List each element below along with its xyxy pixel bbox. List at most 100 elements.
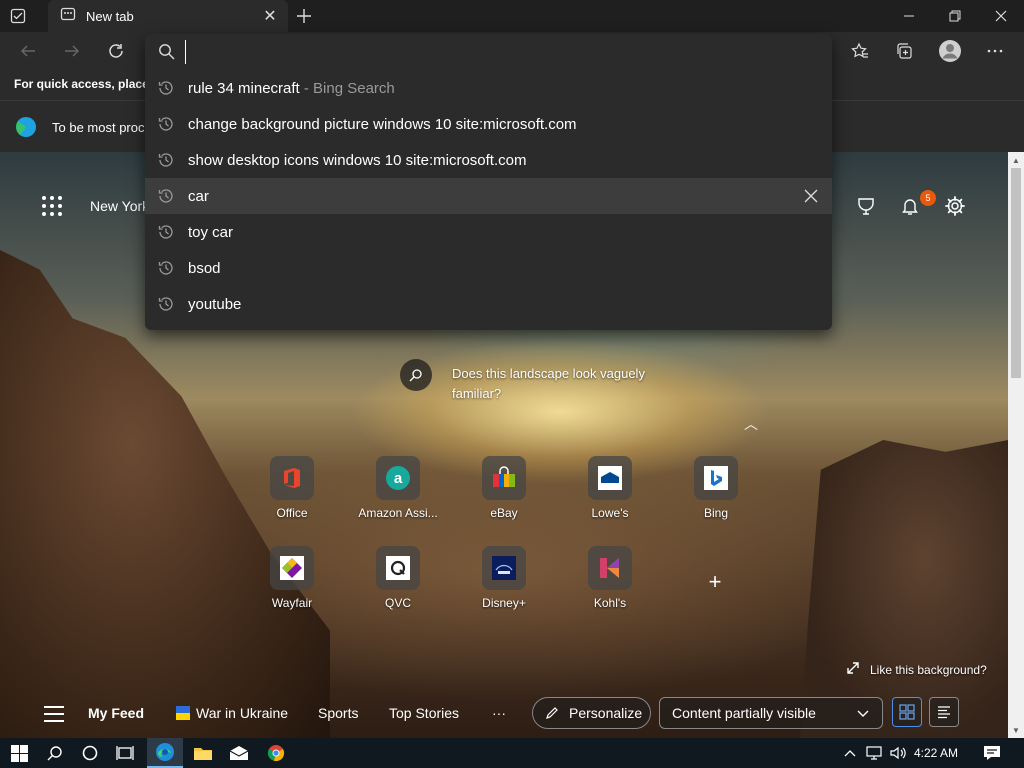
- cortana-icon[interactable]: [78, 741, 102, 765]
- add-site-button[interactable]: +: [703, 569, 727, 594]
- weather-location[interactable]: New York: [90, 198, 149, 214]
- tray-chevron-up-icon[interactable]: [838, 741, 862, 765]
- quick-link-label: Amazon Assi...: [358, 506, 438, 520]
- edge-logo-icon: [16, 117, 36, 137]
- collapse-chevron-icon[interactable]: ︿: [743, 416, 759, 432]
- ebay-icon: [482, 456, 526, 500]
- profile-avatar[interactable]: [936, 37, 964, 65]
- grid-view-icon: [899, 704, 915, 720]
- feed-tab-my-feed[interactable]: My Feed: [88, 705, 144, 721]
- quick-link-ebay[interactable]: eBay: [454, 456, 554, 536]
- lowes-icon: [588, 456, 632, 500]
- qvc-icon: [376, 546, 420, 590]
- quick-link-wayfair[interactable]: Wayfair: [242, 546, 342, 626]
- task-view-icon[interactable]: [113, 741, 137, 765]
- restore-button[interactable]: [932, 0, 978, 32]
- collections-button[interactable]: [890, 37, 918, 65]
- history-icon: [157, 295, 175, 313]
- chrome-icon[interactable]: [264, 741, 288, 765]
- suggestion-text: car: [188, 187, 209, 205]
- address-input[interactable]: [185, 40, 805, 64]
- history-icon: [157, 79, 175, 97]
- suggestion-item[interactable]: youtube: [145, 286, 832, 322]
- landscape-prompt-link[interactable]: Does this landscape look vaguely familia…: [452, 364, 682, 404]
- address-bar[interactable]: [145, 34, 832, 70]
- history-icon: [157, 151, 175, 169]
- list-view-button[interactable]: [929, 697, 959, 727]
- mail-icon[interactable]: [227, 741, 251, 765]
- file-explorer-icon[interactable]: [191, 741, 215, 765]
- windows-start-icon[interactable]: [7, 741, 31, 765]
- feed-more-button[interactable]: ···: [492, 705, 506, 721]
- settings-gear-icon[interactable]: [943, 194, 967, 218]
- taskbar-search-icon[interactable]: [43, 741, 67, 765]
- feed-tab-top-stories[interactable]: Top Stories: [389, 705, 459, 721]
- tab-actions-icon[interactable]: [8, 6, 28, 26]
- refresh-button[interactable]: [102, 37, 130, 65]
- suggestion-item[interactable]: change background picture windows 10 sit…: [145, 106, 832, 142]
- ukraine-flag-icon: [176, 706, 190, 720]
- kohls-icon: [588, 546, 632, 590]
- remove-suggestion-icon[interactable]: [802, 187, 820, 205]
- suggestion-item[interactable]: toy car: [145, 214, 832, 250]
- suggestion-text: bsod: [188, 259, 221, 277]
- quick-link-lowes[interactable]: Lowe's: [560, 456, 660, 536]
- forward-button[interactable]: [58, 37, 86, 65]
- image-search-button[interactable]: [400, 359, 432, 391]
- quick-link-amazon-assistant[interactable]: a Amazon Assi...: [348, 456, 448, 536]
- app-launcher-icon[interactable]: [42, 196, 62, 216]
- svg-text:a: a: [394, 470, 403, 487]
- volume-icon[interactable]: [886, 741, 910, 765]
- quick-link-label: Lowe's: [591, 506, 629, 520]
- minimize-button[interactable]: [886, 0, 932, 32]
- grid-view-button[interactable]: [892, 697, 922, 727]
- tab-new-tab[interactable]: New tab ✕: [48, 0, 288, 32]
- feed-tab-sports[interactable]: Sports: [318, 705, 358, 721]
- pencil-icon: [545, 706, 559, 720]
- scroll-up-arrow-icon[interactable]: ▲: [1008, 152, 1024, 168]
- suggestion-item[interactable]: rule 34 minecraft - Bing Search: [145, 70, 832, 106]
- network-icon[interactable]: [862, 741, 886, 765]
- taskbar-clock[interactable]: 4:22 AM: [914, 746, 958, 760]
- suggestion-item[interactable]: show desktop icons windows 10 site:micro…: [145, 142, 832, 178]
- quick-link-label: Wayfair: [271, 596, 313, 610]
- back-button[interactable]: [14, 37, 42, 65]
- content-visibility-dropdown[interactable]: Content partially visible: [659, 697, 883, 729]
- rewards-icon[interactable]: [854, 194, 878, 218]
- action-center-icon[interactable]: [980, 741, 1004, 765]
- like-background-link[interactable]: Like this background?: [846, 661, 987, 678]
- more-menu-button[interactable]: [981, 37, 1009, 65]
- disney-icon: [482, 546, 526, 590]
- suggestion-item[interactable]: bsod: [145, 250, 832, 286]
- taskbar-edge-icon[interactable]: [147, 738, 183, 768]
- quick-link-disney-plus[interactable]: Disney+: [454, 546, 554, 626]
- close-tab-icon[interactable]: ✕: [260, 6, 280, 26]
- list-view-icon: [936, 704, 952, 720]
- windows-taskbar: 4:22 AM: [0, 738, 1024, 768]
- quick-link-kohls[interactable]: Kohl's: [560, 546, 660, 626]
- quick-link-bing[interactable]: Bing: [666, 456, 766, 536]
- notification-count-badge: 5: [920, 190, 936, 206]
- suggestion-item-highlighted[interactable]: car: [145, 178, 832, 214]
- new-tab-button[interactable]: [292, 4, 316, 28]
- suggestion-text: toy car: [188, 223, 234, 241]
- history-icon: [157, 115, 175, 133]
- wayfair-icon: [270, 546, 314, 590]
- office-icon: [270, 456, 314, 500]
- suggestion-text: rule 34 minecraft: [188, 79, 300, 97]
- quick-link-label: Kohl's: [593, 596, 627, 610]
- quick-link-office[interactable]: Office: [242, 456, 342, 536]
- notifications-bell-icon[interactable]: [898, 194, 922, 218]
- suggestion-text: change background picture windows 10 sit…: [188, 115, 577, 133]
- personalize-button[interactable]: Personalize: [532, 697, 651, 729]
- feed-menu-icon[interactable]: [44, 706, 64, 722]
- history-icon: [157, 187, 175, 205]
- personalize-label: Personalize: [569, 705, 643, 721]
- close-window-button[interactable]: [978, 0, 1024, 32]
- scrollbar-thumb[interactable]: [1011, 168, 1021, 378]
- scroll-down-arrow-icon[interactable]: ▼: [1008, 722, 1024, 738]
- favorites-button[interactable]: [846, 37, 874, 65]
- history-icon: [157, 223, 175, 241]
- quick-link-qvc[interactable]: QVC: [348, 546, 448, 626]
- feed-tab-war-in-ukraine[interactable]: War in Ukraine: [176, 705, 288, 721]
